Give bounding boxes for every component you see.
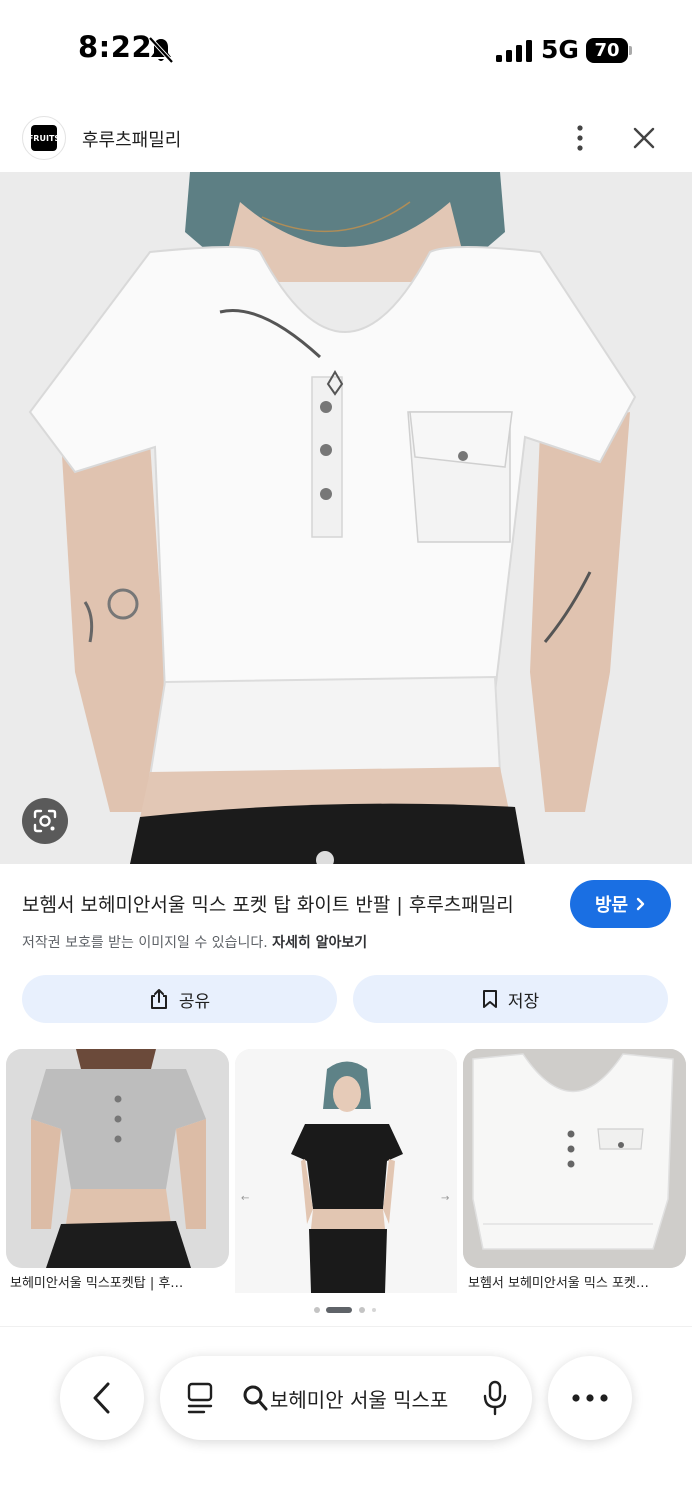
lens-button[interactable] bbox=[22, 798, 68, 844]
signal-icon bbox=[496, 40, 532, 62]
more-horiz-icon bbox=[572, 1394, 608, 1402]
share-label: 공유 bbox=[178, 991, 211, 1012]
related-image[interactable] bbox=[6, 1049, 229, 1268]
network-label: 5G bbox=[541, 35, 579, 64]
related-photo bbox=[463, 1049, 686, 1268]
status-time: 8:22 bbox=[78, 30, 153, 64]
main-product-image[interactable] bbox=[0, 172, 692, 864]
close-icon[interactable] bbox=[630, 124, 658, 152]
search-bar[interactable]: 보헤미안 서울 믹스포 bbox=[160, 1356, 532, 1440]
source-name[interactable]: 후루츠패밀리 bbox=[82, 126, 181, 152]
battery-indicator: 70 bbox=[586, 38, 632, 63]
save-button[interactable]: 저장 bbox=[353, 975, 668, 1023]
back-button[interactable] bbox=[60, 1356, 144, 1440]
mute-icon bbox=[148, 36, 174, 64]
pager-dots bbox=[314, 1307, 376, 1313]
visit-label: 방문 bbox=[594, 895, 629, 916]
visit-button[interactable]: 방문 bbox=[570, 880, 671, 928]
status-bar: 8:22 5G 70 bbox=[0, 0, 692, 100]
mic-icon[interactable] bbox=[482, 1380, 508, 1416]
battery-level: 70 bbox=[594, 40, 620, 61]
more-vert-icon[interactable] bbox=[570, 122, 590, 154]
related-caption[interactable]: 보헤미안서울 믹스포켓탑 | 후… bbox=[10, 1272, 225, 1291]
learn-more-link[interactable]: 자세히 알아보기 bbox=[272, 935, 367, 951]
related-image[interactable] bbox=[463, 1049, 686, 1268]
tabs-icon[interactable] bbox=[186, 1382, 216, 1414]
result-title[interactable]: 보헴서 보헤미안서울 믹스 포켓 탑 화이트 반팔 | 후루츠패밀리 bbox=[22, 890, 514, 917]
product-photo bbox=[0, 172, 692, 864]
related-image[interactable]: ← → bbox=[235, 1049, 457, 1293]
source-logo[interactable]: FRUITS bbox=[22, 116, 66, 160]
related-caption[interactable]: 보헴서 보헤미안서울 믹스 포켓… bbox=[468, 1272, 683, 1291]
share-icon bbox=[150, 989, 167, 1009]
back-icon bbox=[93, 1382, 110, 1414]
related-photo: ← → bbox=[235, 1049, 457, 1293]
bookmark-icon bbox=[482, 990, 497, 1008]
source-logo-text: FRUITS bbox=[28, 125, 60, 151]
chevron-right-icon bbox=[636, 897, 645, 911]
related-photo bbox=[6, 1049, 229, 1268]
lens-icon bbox=[33, 809, 57, 833]
search-query[interactable]: 보헤미안 서울 믹스포 bbox=[270, 1384, 460, 1413]
copyright-notice: 저작권 보호를 받는 이미지일 수 있습니다. 자세히 알아보기 bbox=[22, 932, 367, 952]
share-button[interactable]: 공유 bbox=[22, 975, 337, 1023]
search-icon bbox=[243, 1385, 268, 1411]
divider bbox=[0, 1326, 692, 1327]
menu-button[interactable] bbox=[548, 1356, 632, 1440]
svg-text:→: → bbox=[441, 1193, 449, 1204]
source-header: FRUITS 후루츠패밀리 bbox=[0, 110, 692, 166]
save-label: 저장 bbox=[507, 991, 540, 1012]
svg-text:←: ← bbox=[241, 1193, 249, 1204]
copyright-text: 저작권 보호를 받는 이미지일 수 있습니다. bbox=[22, 935, 268, 951]
